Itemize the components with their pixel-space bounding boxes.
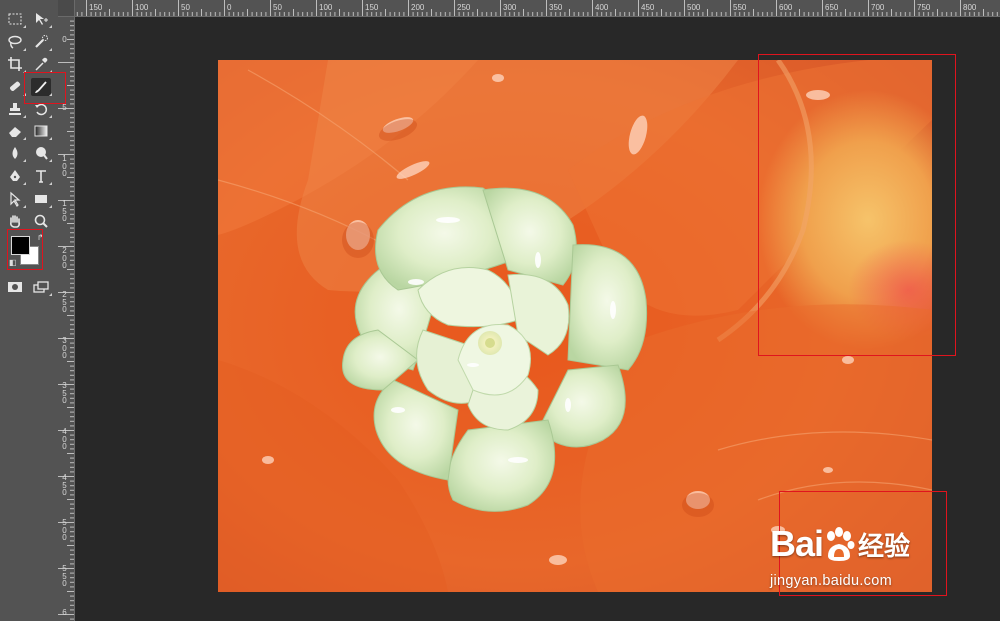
watermark-logo: Bai 经验 <box>770 523 911 564</box>
eraser-icon <box>9 127 21 137</box>
ruler-top-label: 50 <box>181 3 190 12</box>
healing-brush-icon <box>10 81 21 91</box>
ruler-top-label: 350 <box>549 3 563 12</box>
ruler-top-label: 50 <box>273 3 282 12</box>
ruler-top-label: 100 <box>319 3 333 12</box>
ruler-top-label: 300 <box>503 3 517 12</box>
ruler-top-label: 450 <box>641 3 655 12</box>
type-icon <box>36 170 46 183</box>
zoom-icon <box>34 214 48 228</box>
ruler-top-label: 150 <box>365 3 379 12</box>
ruler-top-label: 600 <box>779 3 793 12</box>
quick-mask-icon <box>8 282 22 292</box>
ruler-top-label: 800 <box>963 3 977 12</box>
ruler-top-label: 700 <box>871 3 885 12</box>
rect-marquee-tool[interactable] <box>5 10 26 28</box>
move-tool[interactable] <box>31 10 52 28</box>
dodge-tool[interactable] <box>31 144 52 162</box>
ruler-top-label: 0 <box>227 3 232 12</box>
ruler-vertical: 0 5 100 150 200 250 300 350 400 450 500 550 6 <box>58 16 75 621</box>
path-select-tool[interactable] <box>5 190 26 208</box>
ruler-left-label: 150 <box>62 199 67 223</box>
blur-icon <box>12 147 18 159</box>
history-brush-icon <box>35 103 48 116</box>
type-tool[interactable] <box>31 167 52 185</box>
ruler-top-label: 100 <box>135 3 149 12</box>
screen-mode-icon <box>33 281 49 293</box>
ruler-left-label: 250 <box>62 290 67 314</box>
path-select-icon <box>10 191 21 207</box>
crop-tool[interactable] <box>5 55 26 73</box>
ruler-top-label: 200 <box>411 3 425 12</box>
clone-stamp-tool[interactable] <box>5 100 26 118</box>
brush-tool[interactable] <box>31 78 52 96</box>
eyedropper-icon <box>35 57 48 71</box>
blur-tool[interactable] <box>5 144 26 162</box>
ruler-top-label: 550 <box>733 3 747 12</box>
ruler-horizontal: 150 100 50 0 50 100 150 200 250 300 350 400 450 500 55… <box>58 0 1000 17</box>
ruler-top-label: 250 <box>457 3 471 12</box>
lasso-icon <box>8 35 22 49</box>
shape-tool[interactable] <box>31 190 52 208</box>
ruler-top-label: 750 <box>917 3 931 12</box>
hand-icon <box>10 215 21 228</box>
hand-tool[interactable] <box>5 212 25 230</box>
ruler-left-label: 5 <box>62 103 67 112</box>
ruler-left-label: 300 <box>62 336 67 360</box>
screen-mode-button[interactable] <box>31 278 52 296</box>
shape-icon <box>35 195 47 203</box>
ruler-left-label: 0 <box>62 35 67 44</box>
ruler-corner <box>58 0 75 17</box>
quick-select-tool[interactable] <box>31 33 52 51</box>
gradient-tool[interactable] <box>31 122 52 140</box>
ruler-top-label: 150 <box>89 3 103 12</box>
gradient-icon <box>34 125 48 137</box>
quick-select-icon <box>35 35 48 48</box>
ruler-left-label: 400 <box>62 427 67 451</box>
ruler-horizontal-ticks <box>58 0 998 16</box>
default-colors-icon[interactable]: ◧ <box>9 258 17 267</box>
history-brush-tool[interactable] <box>31 100 52 118</box>
brush-icon <box>35 81 47 93</box>
ruler-left-label: 200 <box>62 246 67 270</box>
ruler-left-label: 350 <box>62 381 67 405</box>
ruler-top-label: 650 <box>825 3 839 12</box>
zoom-tool[interactable] <box>31 212 51 230</box>
pen-tool[interactable] <box>5 167 26 185</box>
quick-mask-button[interactable] <box>5 278 25 296</box>
paw-icon <box>827 527 855 561</box>
watermark-url: jingyan.baidu.com <box>770 573 892 589</box>
watermark-logo-left: Bai <box>770 523 824 564</box>
ruler-left-label: 550 <box>62 564 67 588</box>
lasso-tool[interactable] <box>5 33 26 51</box>
tools-panel: ↱ ◧ <box>0 0 59 621</box>
ruler-top-label: 500 <box>687 3 701 12</box>
dodge-icon <box>36 147 48 160</box>
clone-stamp-icon <box>9 103 21 115</box>
move-tool-icon <box>36 13 48 25</box>
watermark-logo-right: 经验 <box>858 530 911 561</box>
baidu-jingyan-watermark: Bai 经验 jingyan.baidu.com <box>770 510 946 596</box>
ruler-left-label: 100 <box>62 154 67 178</box>
eyedropper-tool[interactable] <box>31 55 52 73</box>
ruler-left-label: 6 <box>62 608 67 617</box>
foreground-color-swatch[interactable] <box>11 236 30 255</box>
rect-marquee-icon <box>8 13 22 25</box>
pen-icon <box>10 170 20 181</box>
ruler-left-label: 450 <box>62 473 67 497</box>
ruler-top-label: 400 <box>595 3 609 12</box>
crop-icon <box>8 57 22 71</box>
ruler-left-label: 500 <box>62 518 67 542</box>
eraser-tool[interactable] <box>5 122 26 140</box>
healing-brush-tool[interactable] <box>5 78 26 96</box>
swap-colors-icon[interactable]: ↱ <box>37 233 44 242</box>
